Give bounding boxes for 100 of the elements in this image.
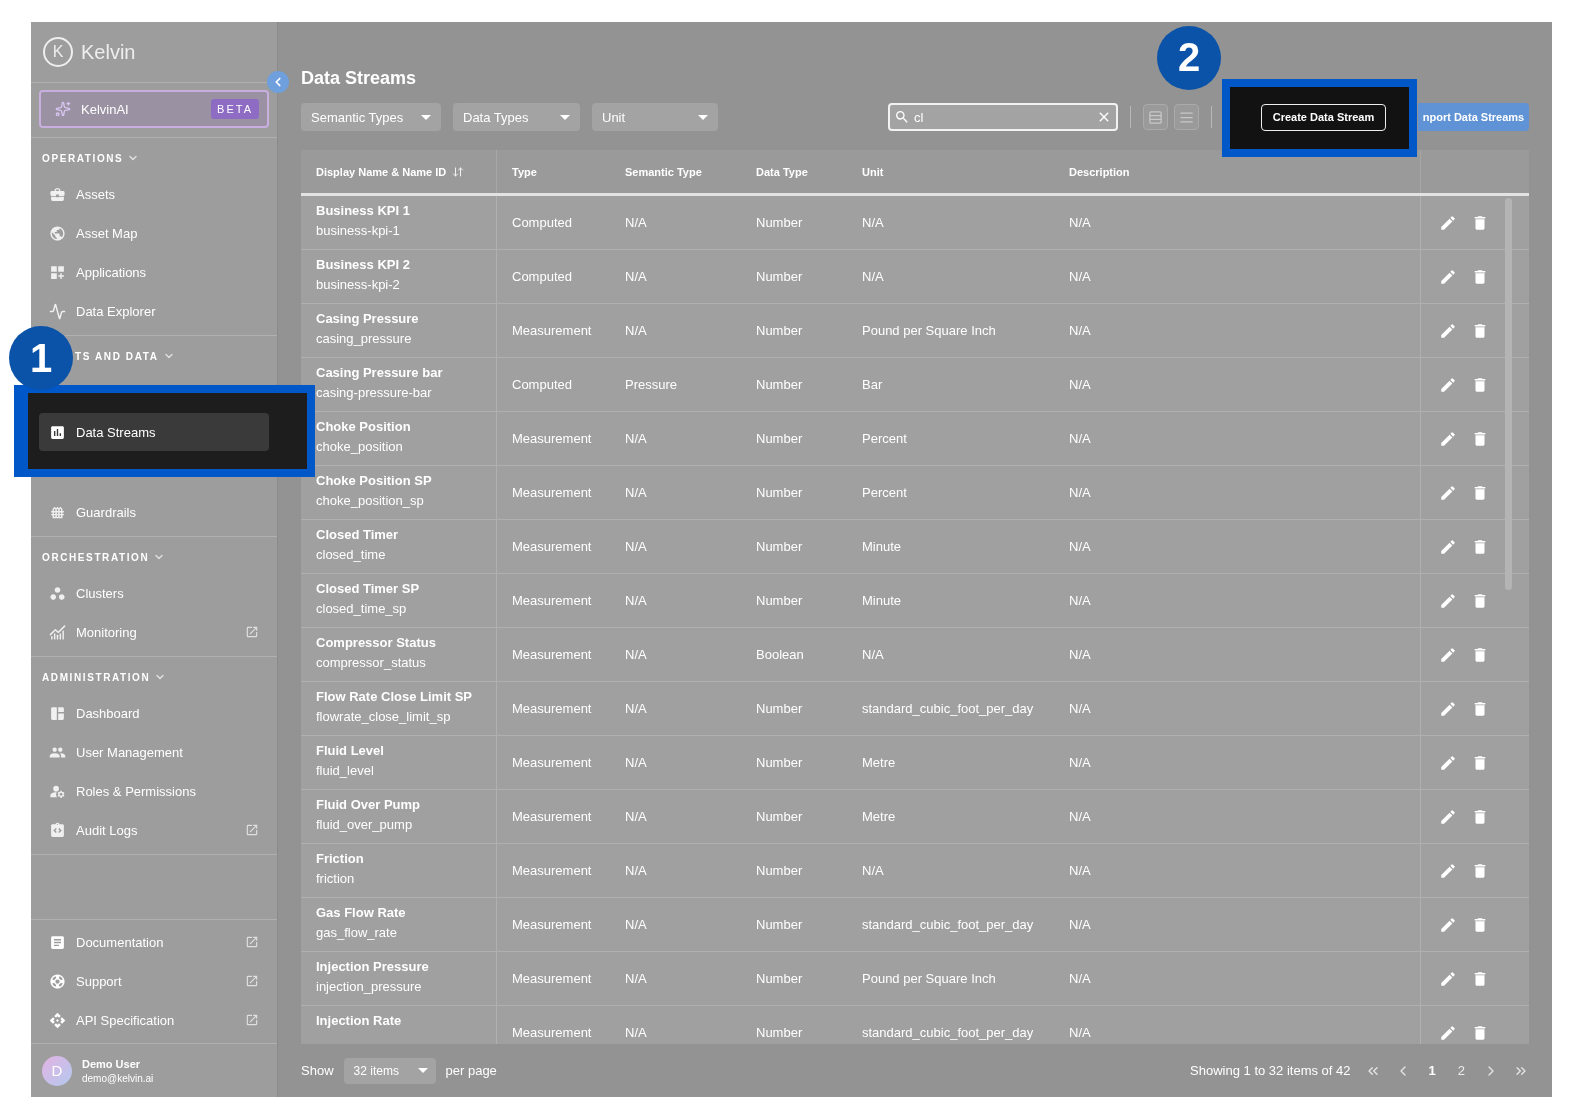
user-avatar[interactable]: D <box>42 1055 72 1086</box>
import-button[interactable]: nport Data Streams <box>1418 103 1529 131</box>
edit-icon[interactable] <box>1439 375 1457 394</box>
display-name: Casing Pressure <box>316 311 420 326</box>
filter-dropdown[interactable]: Data Types <box>453 103 580 131</box>
api-icon <box>49 1011 66 1029</box>
column-header[interactable]: Description <box>1069 165 1130 178</box>
display-name: Closed Timer <box>316 527 400 542</box>
data-type-cell: Number <box>756 539 803 554</box>
edit-icon[interactable] <box>1439 591 1457 610</box>
semantic-type-cell: N/A <box>625 485 647 500</box>
description-cell: N/A <box>1069 863 1091 878</box>
sidebar-item[interactable]: Asset Map <box>39 214 269 252</box>
edit-icon[interactable] <box>1439 267 1457 286</box>
description-cell: N/A <box>1069 485 1091 500</box>
page-number[interactable]: 1 <box>1424 1063 1440 1078</box>
compact-view-button[interactable] <box>1143 104 1168 130</box>
search-field[interactable]: cl <box>888 103 1118 131</box>
semantic-type-cell: N/A <box>625 1025 647 1040</box>
type-cell: Measurement <box>512 485 592 500</box>
pagination-summary: Showing 1 to 32 items of 42 <box>1190 1063 1351 1078</box>
edit-icon[interactable] <box>1439 807 1457 826</box>
type-cell: Measurement <box>512 809 592 824</box>
filter-dropdown[interactable]: Unit <box>592 103 718 131</box>
type-cell: Measurement <box>512 755 592 770</box>
semantic-type-cell: N/A <box>625 215 647 230</box>
column-header[interactable]: Semantic Type <box>625 165 702 178</box>
display-name: Fluid Level <box>316 743 385 758</box>
sidebar-item[interactable]: User Management <box>39 733 269 771</box>
column-header[interactable]: Unit <box>862 165 884 178</box>
edit-icon[interactable] <box>1439 915 1457 934</box>
type-cell: Computed <box>512 269 572 284</box>
page-size-dropdown[interactable]: 32 items <box>343 1057 436 1084</box>
display-name: Choke Position <box>316 419 412 434</box>
column-header[interactable]: Data Type <box>756 165 808 178</box>
sidebar-link[interactable]: Documentation <box>39 923 269 961</box>
semantic-type-cell: N/A <box>625 323 647 338</box>
unit-cell: Pound per Square Inch <box>862 971 996 986</box>
sidebar-item[interactable]: Assets <box>39 175 269 213</box>
display-name: Flow Rate Close Limit SP <box>316 689 474 704</box>
unit-cell: standard_cubic_foot_per_day <box>862 917 1034 932</box>
sidebar-item[interactable]: Audit Logs <box>39 811 269 849</box>
semantic-type-cell: N/A <box>625 593 647 608</box>
semantic-type-cell: N/A <box>625 809 647 824</box>
section-title: OPERATIONS <box>42 152 124 164</box>
edit-icon[interactable] <box>1439 213 1457 232</box>
type-cell: Measurement <box>512 323 592 338</box>
name-id: flowrate_close_limit_sp <box>316 709 452 724</box>
edit-icon[interactable] <box>1439 1023 1457 1042</box>
data-type-cell: Number <box>756 971 803 986</box>
page-title: Data Streams <box>301 67 418 90</box>
unit-cell: N/A <box>862 215 884 230</box>
sort-icon[interactable] <box>452 165 465 178</box>
edit-icon[interactable] <box>1439 699 1457 718</box>
edit-icon[interactable] <box>1439 429 1457 448</box>
sidebar-link[interactable]: Support <box>39 962 269 1000</box>
data-type-cell: Number <box>756 917 803 932</box>
dashboard-icon <box>49 704 66 722</box>
sidebar-item[interactable]: Monitoring <box>39 613 269 651</box>
list-view-button[interactable] <box>1174 104 1199 130</box>
ai-assistant-button[interactable]: KelvinAI BETA <box>39 90 269 128</box>
edit-icon[interactable] <box>1439 537 1457 556</box>
data-type-cell: Number <box>756 485 803 500</box>
type-cell: Measurement <box>512 863 592 878</box>
semantic-type-cell: N/A <box>625 971 647 986</box>
type-cell: Measurement <box>512 701 592 716</box>
column-header[interactable]: Display Name & Name ID <box>316 165 447 178</box>
name-id: business-kpi-1 <box>316 223 401 238</box>
sidebar-item[interactable]: Applications <box>39 253 269 291</box>
semantic-type-cell: N/A <box>625 431 647 446</box>
sidebar-item[interactable]: Roles & Permissions <box>39 772 269 810</box>
edit-icon[interactable] <box>1439 645 1457 664</box>
filter-dropdown[interactable]: Semantic Types <box>301 103 441 131</box>
name-id: choke_position <box>316 439 404 454</box>
sidebar-item[interactable]: Dashboard <box>39 694 269 732</box>
logo-text: Kelvin <box>81 40 136 64</box>
display-name: Casing Pressure bar <box>316 365 444 380</box>
edit-icon[interactable] <box>1439 969 1457 988</box>
document-icon <box>49 933 66 951</box>
create-data-stream-button[interactable]: Create Data Stream <box>1261 103 1386 131</box>
lines-icon <box>1179 109 1194 125</box>
description-cell: N/A <box>1069 647 1091 662</box>
bar-chart-icon <box>49 423 66 441</box>
sidebar-item[interactable]: Clusters <box>39 574 269 612</box>
edit-icon[interactable] <box>1439 483 1457 502</box>
description-cell: N/A <box>1069 215 1091 230</box>
column-header[interactable]: Type <box>512 165 537 178</box>
sidebar-link[interactable]: API Specification <box>39 1001 269 1039</box>
collapse-button[interactable] <box>267 71 289 93</box>
sidebar-item[interactable]: Guardrails <box>39 493 269 531</box>
page-number[interactable]: 2 <box>1453 1063 1469 1078</box>
semantic-type-cell: N/A <box>625 539 647 554</box>
name-id: compressor_status <box>316 655 427 670</box>
edit-icon[interactable] <box>1439 321 1457 340</box>
edit-icon[interactable] <box>1439 753 1457 772</box>
sidebar-item[interactable]: Data Streams <box>39 413 269 451</box>
edit-icon[interactable] <box>1439 861 1457 880</box>
per-page-label: per page <box>445 1063 497 1078</box>
name-id: choke_position_sp <box>316 493 425 508</box>
unit-cell: Pound per Square Inch <box>862 323 996 338</box>
